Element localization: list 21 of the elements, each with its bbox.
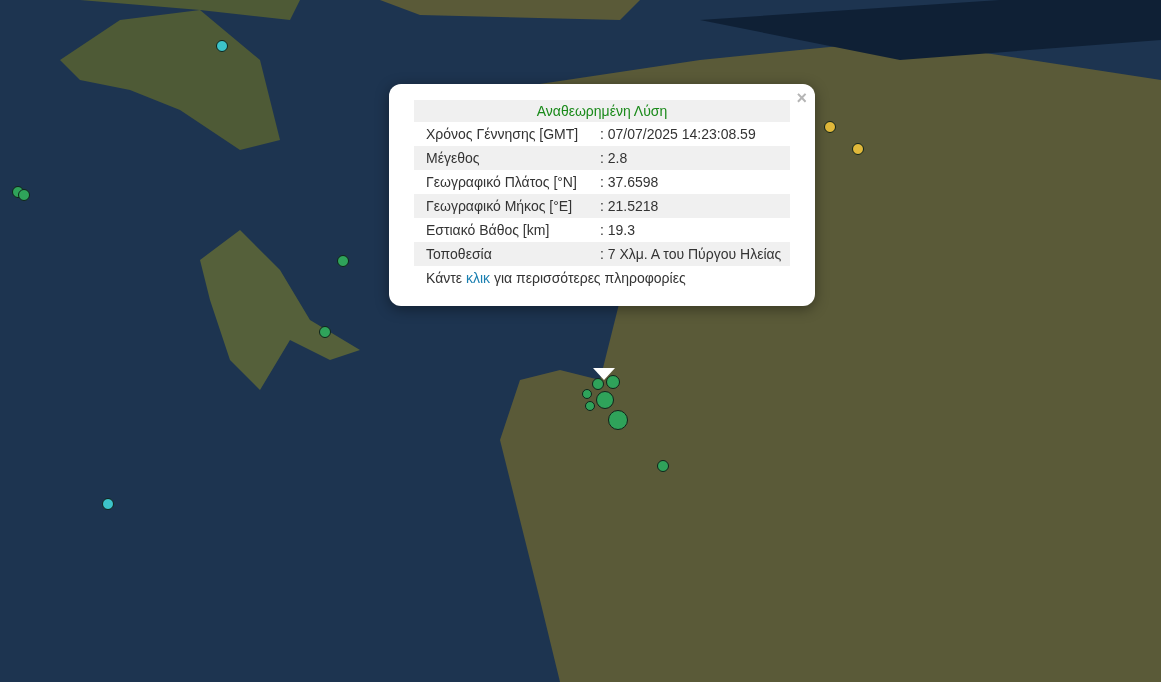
more-info-text: Κάντε κλικ για περισσότερες πληροφορίες xyxy=(426,269,687,288)
field-label: Εστιακό Βάθος [km] xyxy=(426,221,551,240)
earthquake-marker[interactable] xyxy=(585,401,595,411)
popup-title: Αναθεωρημένη Λύση xyxy=(414,100,790,122)
field-label: Γεωγραφικό Μήκος [°E] xyxy=(426,197,574,216)
field-label: Γεωγραφικό Πλάτος [°N] xyxy=(426,173,578,192)
field-value: : 21.5218 xyxy=(600,197,660,216)
field-label: Χρόνος Γέννησης [GMT] xyxy=(426,125,580,144)
field-value: : 07/07/2025 14:23:08.59 xyxy=(600,125,757,144)
popup-pointer xyxy=(593,368,615,380)
earthquake-marker[interactable] xyxy=(582,389,592,399)
field-label: Τοποθεσία xyxy=(426,245,493,264)
field-value: : 7 Χλμ. Α του Πύργου Ηλείας xyxy=(600,245,783,264)
earthquake-marker[interactable] xyxy=(18,189,30,201)
field-value: : 37.6598 xyxy=(600,173,660,192)
more-info-link[interactable]: κλικ xyxy=(465,270,491,286)
field-label: Μέγεθος xyxy=(426,149,481,168)
field-value: : 2.8 xyxy=(600,149,629,168)
field-value: : 19.3 xyxy=(600,221,637,240)
earthquake-marker[interactable] xyxy=(337,255,349,267)
earthquake-marker[interactable] xyxy=(102,498,114,510)
